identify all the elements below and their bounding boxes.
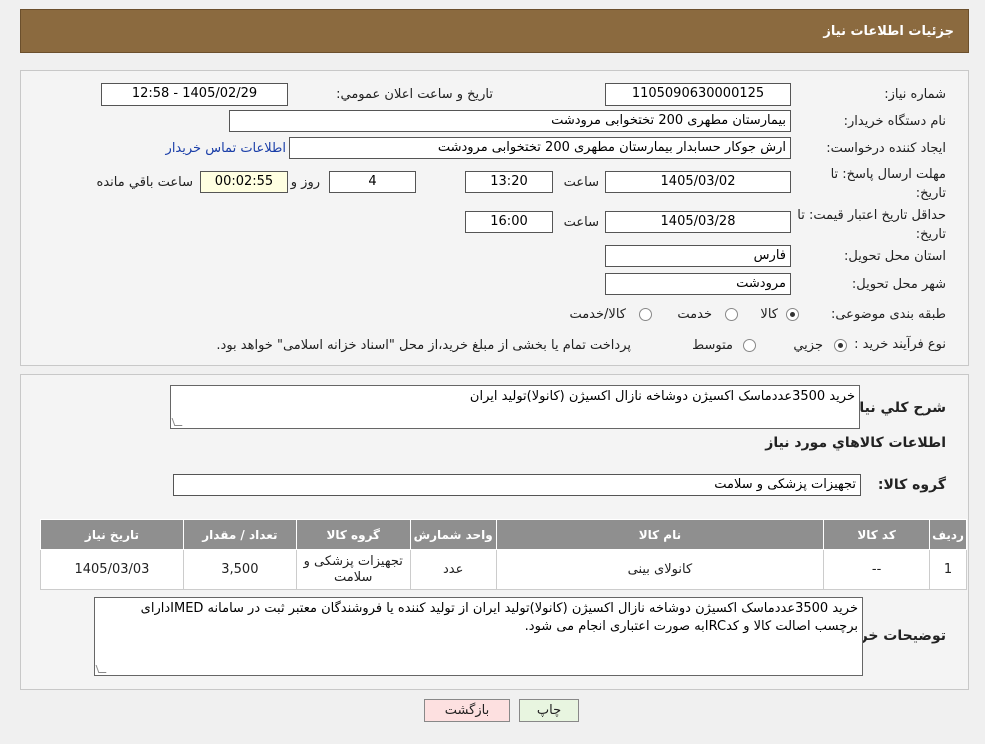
days-label: روز و: [290, 175, 320, 190]
col-row: رديف: [929, 519, 967, 550]
goods-group-label: گروه کالا:: [877, 477, 946, 493]
col-unit: واحد شمارش: [409, 519, 497, 550]
goods-group-field: تجهیزات پزشکی و سلامت: [173, 474, 861, 496]
reply-date-field: 1405/03/02: [605, 171, 791, 193]
process-radio-minor[interactable]: [834, 339, 847, 352]
process-label: نوع فرآيند خريد :: [854, 337, 946, 352]
province-label: استان محل تحویل:: [844, 249, 946, 264]
category-label: طبقه بندی موضوعی:: [830, 307, 946, 322]
city-field: مرودشت: [605, 273, 791, 295]
category-radio-goods[interactable]: [786, 308, 799, 321]
requester-field: ارش جوکار حسابدار بیمارستان مطهری 200 تخ…: [289, 137, 791, 159]
requester-label: ايجاد کننده درخواست:: [826, 141, 946, 156]
announce-field: 1405/02/29 - 12:58: [101, 83, 288, 106]
back-button[interactable]: بازگشت: [424, 699, 510, 722]
process-option-minor: جزيي: [793, 338, 823, 353]
details-panel: شرح كلي نياز: خرید 3500عددماسک اکسیژن دو…: [20, 374, 969, 690]
col-group: گروه کالا: [295, 519, 411, 550]
category-radio-service[interactable]: [725, 308, 738, 321]
print-button[interactable]: چاپ: [519, 699, 579, 722]
category-radio-both[interactable]: [639, 308, 652, 321]
col-quantity: تعداد / مقدار: [182, 519, 297, 550]
summary-text: خرید 3500عددماسک اکسیژن دوشاخه نازال اکس…: [469, 389, 855, 404]
cell-quantity: 3,500: [182, 549, 297, 590]
buyer-notes-text: خرید 3500عددماسک اکسیژن دوشاخه نازال اکس…: [140, 601, 858, 634]
reply-time-field: 13:20: [465, 171, 553, 193]
category-option-service: خدمت: [677, 307, 712, 322]
remaining-label: ساعت باقي مانده: [96, 175, 193, 190]
category-option-goods: کالا: [760, 307, 778, 322]
goods-info-title: اطلاعات كالاهاي مورد نياز: [765, 435, 946, 451]
buyer-org-field: بیمارستان مطهری 200 تختخوابی مرودشت: [229, 110, 791, 132]
need-number-field: 1105090630000125: [605, 83, 791, 106]
cell-group: تجهیزات پزشکی و سلامت: [295, 549, 411, 590]
category-option-both: کالا/خدمت: [569, 307, 626, 322]
price-time-label: ساعت: [563, 215, 599, 230]
buyer-org-label: نام دستگاه خريدار:: [843, 114, 946, 129]
col-need-date: تاريخ نياز: [40, 519, 184, 550]
reply-time-label: ساعت: [563, 175, 599, 190]
process-note: پرداخت تمام یا بخشی از مبلغ خرید،از محل …: [216, 338, 631, 353]
page-header: جزئیات اطلاعات نیاز: [20, 9, 969, 53]
province-field: فارس: [605, 245, 791, 267]
price-date-field: 1405/03/28: [605, 211, 791, 233]
price-validity-label: حداقل تاريخ اعتبار قيمت: تا تاريخ:: [797, 208, 946, 242]
page-title: جزئیات اطلاعات نیاز: [823, 24, 954, 39]
resize-grip-icon[interactable]: [171, 418, 183, 426]
col-code: کد کالا: [823, 519, 931, 550]
need-number-label: شماره نیاز:: [884, 87, 946, 102]
goods-table-header: رديف کد کالا نام کالا واحد شمارش گروه کا…: [40, 519, 967, 550]
buyer-notes-textarea[interactable]: خرید 3500عددماسک اکسیژن دوشاخه نازال اکس…: [94, 597, 863, 676]
reply-deadline-label: مهلت ارسال پاسخ: تا تاریخ:: [830, 167, 946, 201]
resize-grip-icon[interactable]: [95, 665, 107, 673]
cell-row: 1: [929, 549, 967, 590]
process-radio-medium[interactable]: [743, 339, 756, 352]
announce-label: تاریخ و ساعت اعلان عمومي:: [336, 87, 493, 102]
goods-table: رديف کد کالا نام کالا واحد شمارش گروه کا…: [40, 519, 967, 590]
summary-textarea[interactable]: خرید 3500عددماسک اکسیژن دوشاخه نازال اکس…: [170, 385, 860, 429]
buyer-contact-link[interactable]: اطلاعات تماس خریدار: [166, 141, 286, 156]
summary-label: شرح كلي نياز:: [845, 400, 946, 416]
cell-unit: عدد: [409, 549, 497, 590]
cell-need-date: 1405/03/03: [40, 549, 184, 590]
col-name: نام کالا: [495, 519, 825, 550]
price-time-field: 16:00: [465, 211, 553, 233]
cell-code: --: [823, 549, 931, 590]
days-field: 4: [329, 171, 416, 193]
city-label: شهر محل تحویل:: [851, 277, 946, 292]
remaining-time-field: 00:02:55: [200, 171, 288, 193]
table-row: 1 -- کانولای بینی عدد تجهیزات پزشکی و سل…: [40, 549, 967, 590]
need-info-panel: شماره نیاز: 1105090630000125 تاریخ و ساع…: [20, 70, 969, 366]
process-option-medium: متوسط: [692, 338, 733, 353]
cell-name: کانولای بینی: [495, 549, 825, 590]
